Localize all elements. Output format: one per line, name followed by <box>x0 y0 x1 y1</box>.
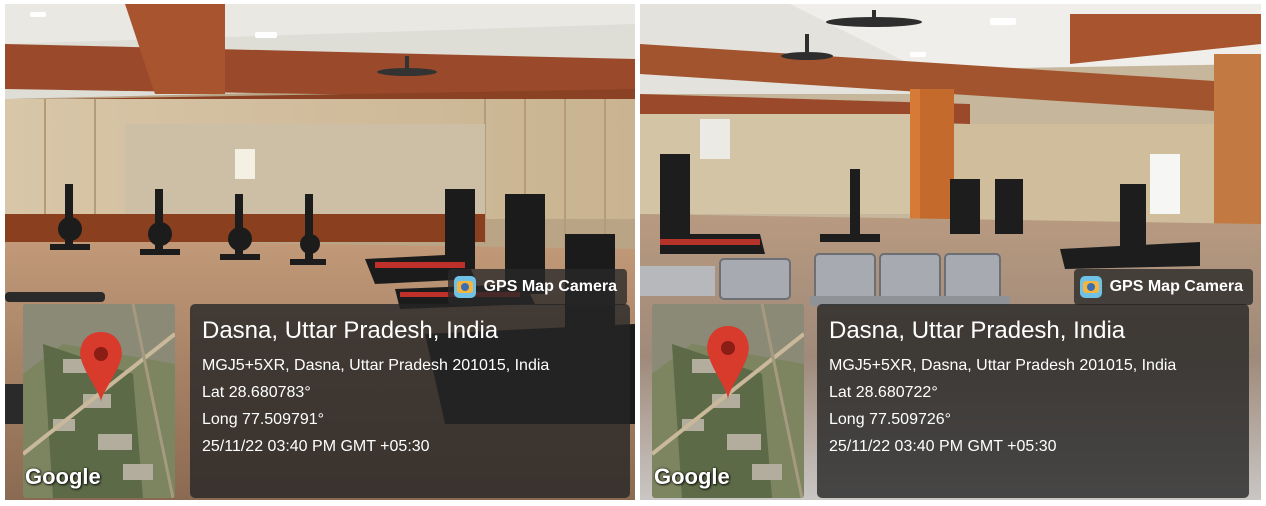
address-text: MGJ5+5XR, Dasna, Uttar Pradesh 201015, I… <box>202 357 550 374</box>
badge-label: GPS Map Camera <box>1109 278 1243 295</box>
location-info-panel: Dasna, Uttar Pradesh, India MGJ5+5XR, Da… <box>190 304 630 498</box>
location-map-thumbnail: Google <box>652 304 804 498</box>
datetime-text: 25/11/22 03:40 PM GMT +05:30 <box>829 438 1057 455</box>
google-logo: Google <box>25 464 101 489</box>
location-title: Dasna, Uttar Pradesh, India <box>202 317 499 344</box>
address-text: MGJ5+5XR, Dasna, Uttar Pradesh 201015, I… <box>829 357 1177 374</box>
google-logo: Google <box>654 464 730 489</box>
gym-photo-left: GPS Map Camera Google Dasna, Uttar Prade… <box>5 4 635 500</box>
gps-map-camera-icon <box>1079 276 1102 298</box>
longitude-text: Long 77.509726° <box>829 411 952 428</box>
location-title: Dasna, Uttar Pradesh, India <box>829 317 1126 344</box>
gps-map-camera-icon <box>453 276 476 298</box>
gps-map-camera-badge: GPS Map Camera <box>447 269 627 305</box>
badge-label: GPS Map Camera <box>483 278 617 295</box>
location-map-thumbnail: Google <box>23 304 175 498</box>
latitude-text: Lat 28.680783° <box>202 384 311 401</box>
location-info-panel: Dasna, Uttar Pradesh, India MGJ5+5XR, Da… <box>817 304 1249 498</box>
gps-map-camera-badge: GPS Map Camera <box>1073 269 1253 305</box>
gym-photo-right: GPS Map Camera Google Dasna, Uttar Prade… <box>640 4 1261 500</box>
datetime-text: 25/11/22 03:40 PM GMT +05:30 <box>202 438 430 455</box>
latitude-text: Lat 28.680722° <box>829 384 938 401</box>
longitude-text: Long 77.509791° <box>202 411 325 428</box>
